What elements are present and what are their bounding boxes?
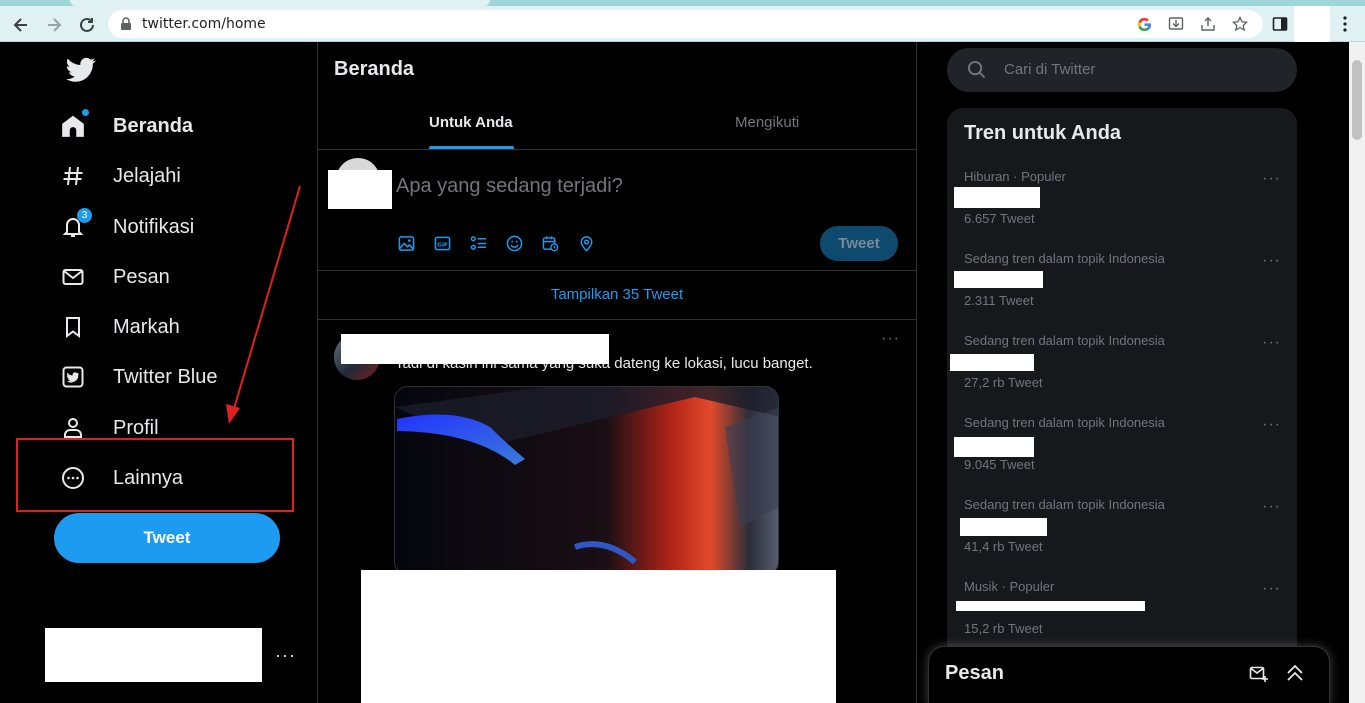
redacted-block [361, 570, 836, 703]
trend-count: 15,2 rb Tweet [964, 621, 1043, 636]
browser-toolbar: twitter.com/home [0, 6, 1365, 42]
trend-more-icon[interactable]: ··· [1262, 498, 1281, 516]
sidebar-item-twitter-blue[interactable]: Twitter Blue [60, 357, 217, 397]
redacted-block [341, 334, 609, 364]
sidebar-item-label: Profil [113, 416, 159, 439]
tweet-button[interactable]: Tweet [54, 513, 280, 563]
divider [317, 42, 318, 703]
compose-tweet-button[interactable]: Tweet [820, 226, 898, 261]
annotation-highlight-box [16, 438, 294, 512]
sidebar-item-bookmarks[interactable]: Markah [60, 307, 180, 347]
sidebar-item-label: Markah [113, 315, 180, 338]
install-icon[interactable] [1168, 16, 1184, 32]
sidebar-item-label: Twitter Blue [113, 365, 218, 388]
side-panel-icon[interactable] [1270, 14, 1290, 34]
sidebar-item-label: Jelajahi [113, 164, 181, 187]
redacted-trend-name[interactable] [956, 601, 1145, 611]
trend-more-icon[interactable]: ··· [1262, 170, 1281, 188]
annotation-arrow [226, 185, 301, 424]
google-icon[interactable] [1136, 16, 1152, 32]
gif-icon[interactable]: GIF [433, 234, 451, 252]
redacted-trend-name[interactable] [950, 354, 1034, 371]
address-bar[interactable]: twitter.com/home [108, 10, 1263, 38]
lock-icon[interactable] [118, 16, 134, 32]
profile-avatar[interactable] [1294, 6, 1330, 42]
redacted-trend-name[interactable] [954, 271, 1043, 288]
messages-title: Pesan [945, 662, 1004, 684]
show-new-tweets-link[interactable]: Tampilkan 35 Tweet [318, 286, 916, 303]
sidebar-item-label: Beranda [113, 114, 194, 137]
trend-count: 27,2 rb Tweet [964, 375, 1043, 390]
url-text: twitter.com/home [142, 16, 266, 32]
screen: twitter.com/home Beranda Jelajahi 3 Noti… [0, 0, 1365, 703]
sidebar-item-label: Pesan [113, 265, 170, 288]
trend-count: 41,4 rb Tweet [964, 539, 1043, 554]
hashtag-icon [60, 163, 86, 189]
home-icon [60, 109, 89, 139]
mail-icon [60, 264, 86, 290]
account-more-icon[interactable]: ··· [275, 645, 296, 666]
divider [318, 319, 916, 320]
twitter-blue-icon [60, 364, 86, 390]
image-icon[interactable] [397, 234, 415, 252]
twitter-logo-icon[interactable] [66, 57, 96, 83]
redacted-trend-name[interactable] [954, 187, 1040, 208]
schedule-icon[interactable] [541, 234, 559, 252]
back-icon[interactable] [10, 14, 32, 36]
redacted-block [328, 170, 392, 209]
divider [318, 149, 916, 150]
sidebar-item-home[interactable]: Beranda [60, 106, 193, 146]
sidebar-item-messages[interactable]: Pesan [60, 257, 170, 297]
star-icon[interactable] [1232, 16, 1248, 32]
sidebar-item-notifications[interactable]: 3 Notifikasi [60, 207, 194, 247]
trend-count: 6.657 Tweet [964, 211, 1035, 226]
trend-context: Sedang tren dalam topik Indonesia [964, 497, 1165, 512]
compose-input[interactable]: Apa yang sedang terjadi? [396, 175, 623, 198]
trend-context: Sedang tren dalam topik Indonesia [964, 251, 1165, 266]
search-placeholder: Cari di Twitter [1004, 61, 1096, 78]
forward-icon[interactable] [43, 14, 65, 36]
divider [916, 42, 917, 703]
trend-more-icon[interactable]: ··· [1262, 252, 1281, 270]
trends-title: Tren untuk Anda [964, 122, 1122, 144]
kebab-menu-icon[interactable] [1335, 14, 1355, 34]
tweet-more-icon[interactable]: ··· [881, 330, 900, 348]
tweet-image[interactable] [394, 386, 779, 576]
search-icon [967, 60, 986, 84]
account-switcher[interactable] [45, 628, 262, 682]
tab-following[interactable]: Mengikuti [735, 114, 799, 131]
notification-badge: 3 [77, 208, 92, 223]
emoji-icon[interactable] [505, 234, 523, 252]
compose-toolbar: GIF [397, 234, 613, 252]
trend-context: Sedang tren dalam topik Indonesia [964, 333, 1165, 348]
sidebar-item-explore[interactable]: Jelajahi [60, 156, 181, 196]
unread-dot [82, 109, 89, 116]
redacted-trend-name[interactable] [960, 518, 1047, 536]
trend-context: Musik · Populer [964, 579, 1055, 594]
new-message-icon[interactable] [1249, 664, 1269, 689]
location-icon[interactable] [577, 234, 595, 252]
share-icon[interactable] [1200, 16, 1216, 32]
bookmark-icon [60, 314, 86, 340]
page-scrollbar[interactable] [1349, 42, 1365, 703]
bell-icon: 3 [60, 208, 92, 240]
poll-icon[interactable] [469, 234, 487, 252]
svg-text:GIF: GIF [437, 242, 448, 248]
trend-count: 2.311 Tweet [964, 293, 1034, 308]
scrollbar-thumb[interactable] [1352, 60, 1362, 140]
trend-more-icon[interactable]: ··· [1262, 334, 1281, 352]
trend-context: Sedang tren dalam topik Indonesia [964, 415, 1165, 430]
page-title: Beranda [334, 58, 415, 80]
trend-count: 9.045 Tweet [964, 457, 1035, 472]
divider [318, 270, 916, 271]
tab-for-you[interactable]: Untuk Anda [429, 114, 513, 131]
trend-more-icon[interactable]: ··· [1262, 416, 1281, 434]
redacted-trend-name[interactable] [954, 437, 1034, 457]
chevron-up-icon[interactable] [1286, 664, 1304, 687]
sidebar-item-label: Notifikasi [113, 215, 195, 238]
trend-more-icon[interactable]: ··· [1262, 580, 1281, 598]
trend-context: Hiburan · Populer [964, 169, 1066, 184]
search-input[interactable]: Cari di Twitter [947, 48, 1297, 92]
reload-icon[interactable] [76, 14, 98, 36]
